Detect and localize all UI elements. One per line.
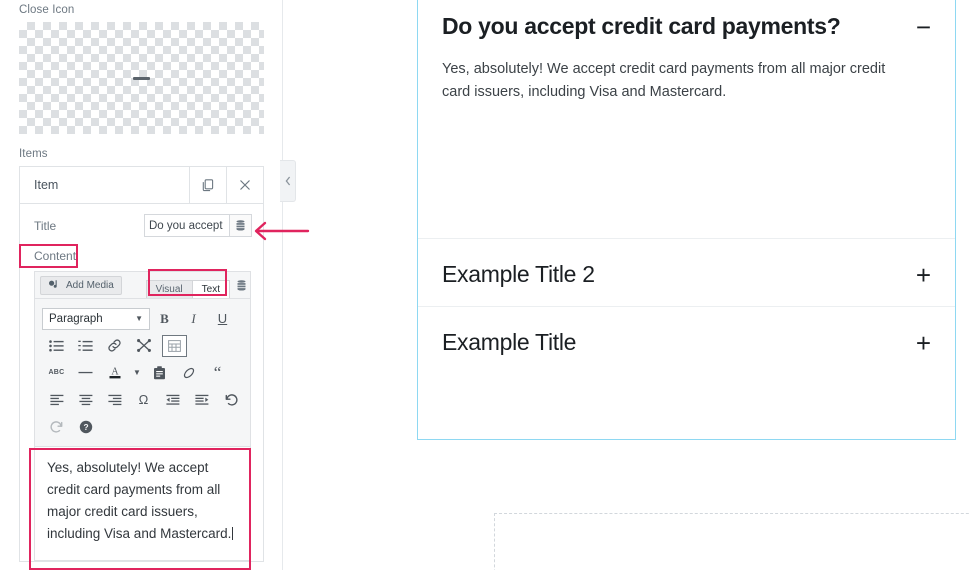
wp-editor: Add Media Visual Text Paragraph ▼ B I U … <box>34 271 251 561</box>
accordion-title-0: Do you accept credit card payments? <box>442 13 841 39</box>
title-input[interactable] <box>145 215 229 236</box>
wp-editor-topbar: Add Media Visual Text <box>35 272 250 298</box>
align-center-button[interactable] <box>71 387 100 412</box>
accordion-title-2: Example Title <box>442 329 577 355</box>
svg-text:A: A <box>111 367 119 378</box>
close-icon-section-label: Close Icon <box>19 4 75 16</box>
items-repeater: Item Title Do you accept c Content Add M… <box>19 166 264 562</box>
repeater-item-row[interactable]: Item <box>20 167 263 204</box>
accordion-preview: Do you accept credit card payments? − Ye… <box>417 0 956 440</box>
toolbar-row-5: ? <box>42 413 245 440</box>
format-select-value: Paragraph <box>49 312 103 325</box>
accordion-body-text-0: Yes, absolutely! We accept credit card p… <box>442 61 886 101</box>
caret-down-icon: ▼ <box>135 314 143 323</box>
duplicate-icon[interactable] <box>189 167 226 203</box>
paste-as-text-icon[interactable] <box>145 360 174 385</box>
repeater-item-label: Item <box>34 178 59 192</box>
accordion-item-1: Example Title 2 + <box>418 239 955 307</box>
toolbar-row-3: ABC A ▼ “ <box>42 359 245 386</box>
strikethrough-button[interactable]: ABC <box>42 360 71 385</box>
decrease-indent-button[interactable] <box>158 387 187 412</box>
close-icon-media-preview[interactable] <box>19 22 264 134</box>
text-color-caret-icon[interactable]: ▼ <box>129 360 145 385</box>
clear-formatting-icon[interactable] <box>174 360 203 385</box>
toolbar-row-1: Paragraph ▼ B I U <box>42 305 245 332</box>
bullet-list-button[interactable] <box>42 333 71 358</box>
special-character-button[interactable]: Ω <box>129 387 158 412</box>
tab-text[interactable]: Text <box>191 280 230 298</box>
toggle-toolbar-button[interactable] <box>162 334 187 357</box>
text-color-button[interactable]: A <box>100 360 129 385</box>
plus-icon-2[interactable]: + <box>916 330 931 356</box>
wp-editor-toolbar: Paragraph ▼ B I U ABC A ▼ “ Ω ? <box>35 298 250 446</box>
accordion-item-0: Do you accept credit card payments? − Ye… <box>418 0 955 239</box>
bold-button[interactable]: B <box>150 306 179 331</box>
add-media-label: Add Media <box>66 279 114 291</box>
annotation-arrow-title-field <box>252 218 310 249</box>
accordion-title-1: Example Title 2 <box>442 261 595 287</box>
editor-panel: Close Icon Items Item Title Do you accep… <box>0 0 283 570</box>
title-input-wrap <box>144 214 252 237</box>
underline-button[interactable]: U <box>208 306 237 331</box>
horizontal-line-button[interactable] <box>71 360 100 385</box>
close-icon[interactable] <box>226 167 263 203</box>
align-right-button[interactable] <box>100 387 129 412</box>
wp-editor-tabs: Visual Text <box>145 272 230 298</box>
toolbar-row-4: Ω <box>42 386 245 413</box>
blockquote-icon[interactable]: “ <box>203 360 232 385</box>
content-field-label: Content <box>34 249 77 263</box>
accordion-body-0: Yes, absolutely! We accept credit card p… <box>418 58 955 238</box>
database-icon[interactable] <box>229 215 251 236</box>
align-left-button[interactable] <box>42 387 71 412</box>
accordion-header-2[interactable]: Example Title + <box>418 307 955 374</box>
undo-button[interactable] <box>216 387 245 412</box>
increase-indent-button[interactable] <box>187 387 216 412</box>
wp-editor-content-text: Yes, absolutely! We accept credit card p… <box>47 460 232 541</box>
content-label-wrap: Content <box>20 241 263 265</box>
keyboard-shortcuts-icon[interactable]: ? <box>71 414 100 439</box>
add-media-button[interactable]: Add Media <box>40 275 122 295</box>
accordion-item-2: Example Title + <box>418 307 955 374</box>
tab-visual[interactable]: Visual <box>145 280 193 298</box>
chevron-left-icon <box>285 176 290 186</box>
content-database-icon[interactable] <box>232 272 250 298</box>
plus-icon-1[interactable]: + <box>916 262 931 288</box>
items-section-label: Items <box>19 148 48 160</box>
title-field-label: Title <box>34 218 57 233</box>
title-control-row: Title <box>20 204 263 241</box>
redo-button[interactable] <box>42 414 71 439</box>
insert-link-icon[interactable] <box>100 333 129 358</box>
format-select[interactable]: Paragraph ▼ <box>42 307 150 330</box>
dashed-placeholder-section <box>494 513 969 570</box>
minus-icon[interactable]: − <box>916 14 931 40</box>
accordion-header-0[interactable]: Do you accept credit card payments? − <box>418 0 955 58</box>
italic-button[interactable]: I <box>179 306 208 331</box>
panel-collapse-handle[interactable] <box>280 160 296 202</box>
text-cursor <box>232 526 234 540</box>
screenshot-root: Close Icon Items Item Title Do you accep… <box>0 0 969 570</box>
toolbar-row-2 <box>42 332 245 359</box>
numbered-list-button[interactable] <box>71 333 100 358</box>
read-more-icon[interactable] <box>129 333 158 358</box>
wp-editor-content[interactable]: Yes, absolutely! We accept credit card p… <box>35 446 250 560</box>
svg-text:?: ? <box>83 422 88 432</box>
media-icon <box>49 280 57 288</box>
dash-icon <box>133 76 150 80</box>
accordion-header-1[interactable]: Example Title 2 + <box>418 239 955 306</box>
